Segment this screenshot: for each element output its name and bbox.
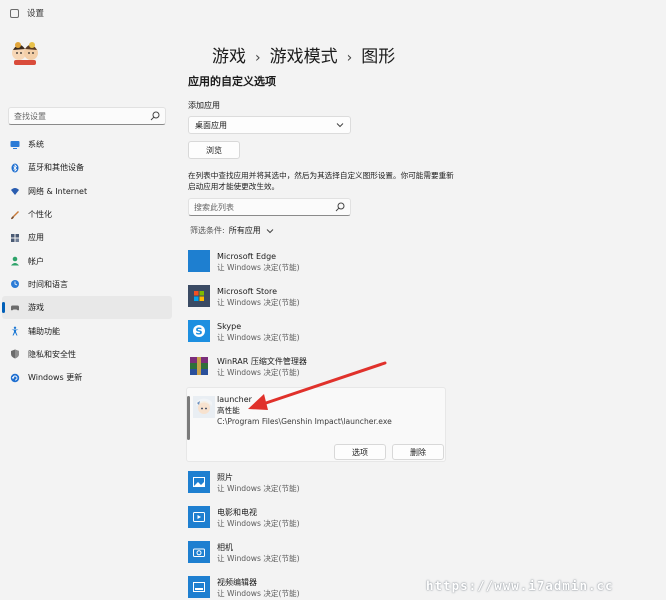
sidebar-item-label: 隐私和安全性 bbox=[28, 349, 76, 359]
sidebar-item-label: 系统 bbox=[28, 140, 44, 150]
sidebar: 查找设置 系统 蓝牙和其他设备 网络 & Internet 个性化 应用 帐户 … bbox=[0, 26, 176, 600]
breadcrumb-game-mode[interactable]: 游戏模式 bbox=[270, 47, 338, 67]
sidebar-item-label: 游戏 bbox=[28, 303, 44, 313]
winrar-tile-icon bbox=[188, 355, 210, 377]
delete-button[interactable]: 删除 bbox=[392, 444, 444, 460]
bluetooth-icon bbox=[11, 163, 19, 173]
sidebar-item-label: 网络 & Internet bbox=[28, 186, 88, 196]
app-name: 照片 bbox=[217, 473, 233, 482]
app-name: Skype bbox=[217, 322, 242, 331]
brush-icon bbox=[11, 210, 19, 219]
camera-tile-icon bbox=[188, 541, 210, 563]
list-search-input[interactable]: 搜索此列表 bbox=[188, 198, 351, 216]
list-item[interactable]: 照片 让 Windows 决定(节能) bbox=[186, 467, 448, 502]
sidebar-item-apps[interactable]: 应用 bbox=[2, 226, 172, 249]
app-gpu-setting: 让 Windows 决定(节能) bbox=[217, 484, 300, 493]
app-gpu-setting: 让 Windows 决定(节能) bbox=[217, 519, 300, 528]
list-item[interactable]: 电影和电视 让 Windows 决定(节能) bbox=[186, 502, 448, 537]
sidebar-item-bluetooth[interactable]: 蓝牙和其他设备 bbox=[2, 156, 172, 179]
chevron-down-icon bbox=[266, 228, 274, 233]
monitor-icon bbox=[10, 140, 20, 149]
search-icon[interactable] bbox=[150, 111, 160, 121]
app-path: C:\Program Files\Genshin Impact\launcher… bbox=[217, 417, 392, 426]
sidebar-item-windows-update[interactable]: Windows 更新 bbox=[2, 366, 172, 389]
sidebar-item-privacy[interactable]: 隐私和安全性 bbox=[2, 343, 172, 366]
shield-icon bbox=[11, 349, 19, 359]
section-title: 应用的自定义选项 bbox=[188, 75, 276, 88]
description-text: 在列表中查找应用并将其选中，然后为其选择自定义图形设置。你可能需要重新启动应用才… bbox=[188, 171, 454, 191]
app-gpu-setting: 让 Windows 决定(节能) bbox=[217, 333, 300, 342]
list-item[interactable]: Microsoft Store 让 Windows 决定(节能) bbox=[186, 281, 448, 316]
movies-tile-icon bbox=[188, 506, 210, 528]
app-gpu-setting: 让 Windows 决定(节能) bbox=[217, 554, 300, 563]
filter-control[interactable]: 筛选条件: 所有应用 bbox=[190, 225, 274, 236]
app-name: 电影和电视 bbox=[217, 508, 257, 517]
breadcrumb-gaming[interactable]: 游戏 bbox=[212, 47, 246, 67]
avatar[interactable] bbox=[10, 36, 40, 66]
wifi-icon bbox=[11, 188, 19, 196]
filter-value: 所有应用 bbox=[228, 226, 261, 235]
chevron-right-icon: › bbox=[346, 50, 353, 66]
title-bar: 设置 bbox=[0, 0, 666, 26]
edge-tile-icon bbox=[188, 250, 210, 272]
sidebar-item-accessibility[interactable]: 辅助功能 bbox=[2, 319, 172, 342]
window-title: 设置 bbox=[27, 9, 45, 19]
breadcrumb: 游戏 › 游戏模式 › 图形 bbox=[212, 42, 395, 67]
sidebar-nav: 系统 蓝牙和其他设备 网络 & Internet 个性化 应用 帐户 时间和语言 bbox=[0, 133, 176, 389]
sidebar-item-label: 时间和语言 bbox=[28, 279, 68, 289]
app-name: 视频编辑器 bbox=[217, 578, 257, 587]
sidebar-item-label: 帐户 bbox=[28, 256, 44, 266]
chevron-right-icon: › bbox=[255, 50, 261, 66]
list-item[interactable]: 相机 让 Windows 决定(节能) bbox=[186, 537, 448, 572]
video-editor-tile-icon bbox=[188, 576, 210, 598]
globe-clock-icon bbox=[11, 280, 19, 289]
sidebar-item-label: 个性化 bbox=[28, 210, 52, 220]
sidebar-item-label: 辅助功能 bbox=[28, 326, 60, 336]
annotation-arrow-icon bbox=[248, 361, 387, 410]
chevron-down-icon bbox=[336, 123, 344, 128]
sidebar-item-personalization[interactable]: 个性化 bbox=[2, 203, 172, 226]
app-gpu-setting: 让 Windows 决定(节能) bbox=[217, 298, 300, 307]
sidebar-item-label: 蓝牙和其他设备 bbox=[28, 163, 84, 173]
sidebar-item-label: Windows 更新 bbox=[28, 373, 83, 383]
sidebar-item-network[interactable]: 网络 & Internet bbox=[2, 180, 172, 203]
accessibility-icon bbox=[11, 326, 19, 336]
genshin-launcher-icon bbox=[193, 396, 215, 418]
sidebar-item-system[interactable]: 系统 bbox=[2, 133, 172, 156]
app-gpu-setting: 让 Windows 决定(节能) bbox=[217, 589, 300, 598]
sidebar-item-accounts[interactable]: 帐户 bbox=[2, 249, 172, 272]
app-name: Microsoft Store bbox=[217, 287, 278, 296]
apps-icon bbox=[11, 233, 19, 242]
sidebar-item-gaming[interactable]: 游戏 bbox=[2, 296, 172, 320]
list-item[interactable]: 视频编辑器 让 Windows 决定(节能) bbox=[186, 572, 448, 600]
photos-tile-icon bbox=[188, 471, 210, 493]
app-type-dropdown[interactable]: 桌面应用 bbox=[188, 116, 351, 134]
settings-app-icon bbox=[10, 8, 19, 18]
breadcrumb-graphics: 图形 bbox=[361, 47, 396, 67]
list-item[interactable]: Microsoft Edge 让 Windows 决定(节能) bbox=[186, 246, 448, 281]
app-name: Microsoft Edge bbox=[217, 252, 277, 261]
settings-search-placeholder: 查找设置 bbox=[14, 111, 46, 121]
filter-label: 筛选条件: bbox=[190, 226, 225, 235]
sidebar-item-time-language[interactable]: 时间和语言 bbox=[2, 273, 172, 296]
store-tile-icon bbox=[188, 285, 210, 307]
person-icon bbox=[11, 256, 19, 266]
dropdown-value: 桌面应用 bbox=[195, 120, 227, 130]
skype-tile-icon: S bbox=[188, 320, 210, 342]
app-gpu-setting: 让 Windows 决定(节能) bbox=[217, 263, 300, 272]
browse-button[interactable]: 浏览 bbox=[188, 141, 240, 159]
app-name: 相机 bbox=[217, 543, 233, 552]
add-app-label: 添加应用 bbox=[188, 101, 220, 110]
update-icon bbox=[10, 373, 20, 382]
selection-indicator bbox=[187, 396, 190, 440]
watermark: https://www.i7admin.cc bbox=[426, 578, 614, 593]
sidebar-item-label: 应用 bbox=[28, 233, 44, 243]
list-search-placeholder: 搜索此列表 bbox=[194, 202, 234, 212]
list-item[interactable]: S Skype 让 Windows 决定(节能) bbox=[186, 316, 448, 351]
settings-search-input[interactable]: 查找设置 bbox=[8, 107, 166, 125]
svg-text:S: S bbox=[195, 327, 202, 338]
options-button[interactable]: 选项 bbox=[334, 444, 386, 460]
gamepad-icon bbox=[11, 305, 19, 311]
search-icon[interactable] bbox=[335, 202, 345, 212]
